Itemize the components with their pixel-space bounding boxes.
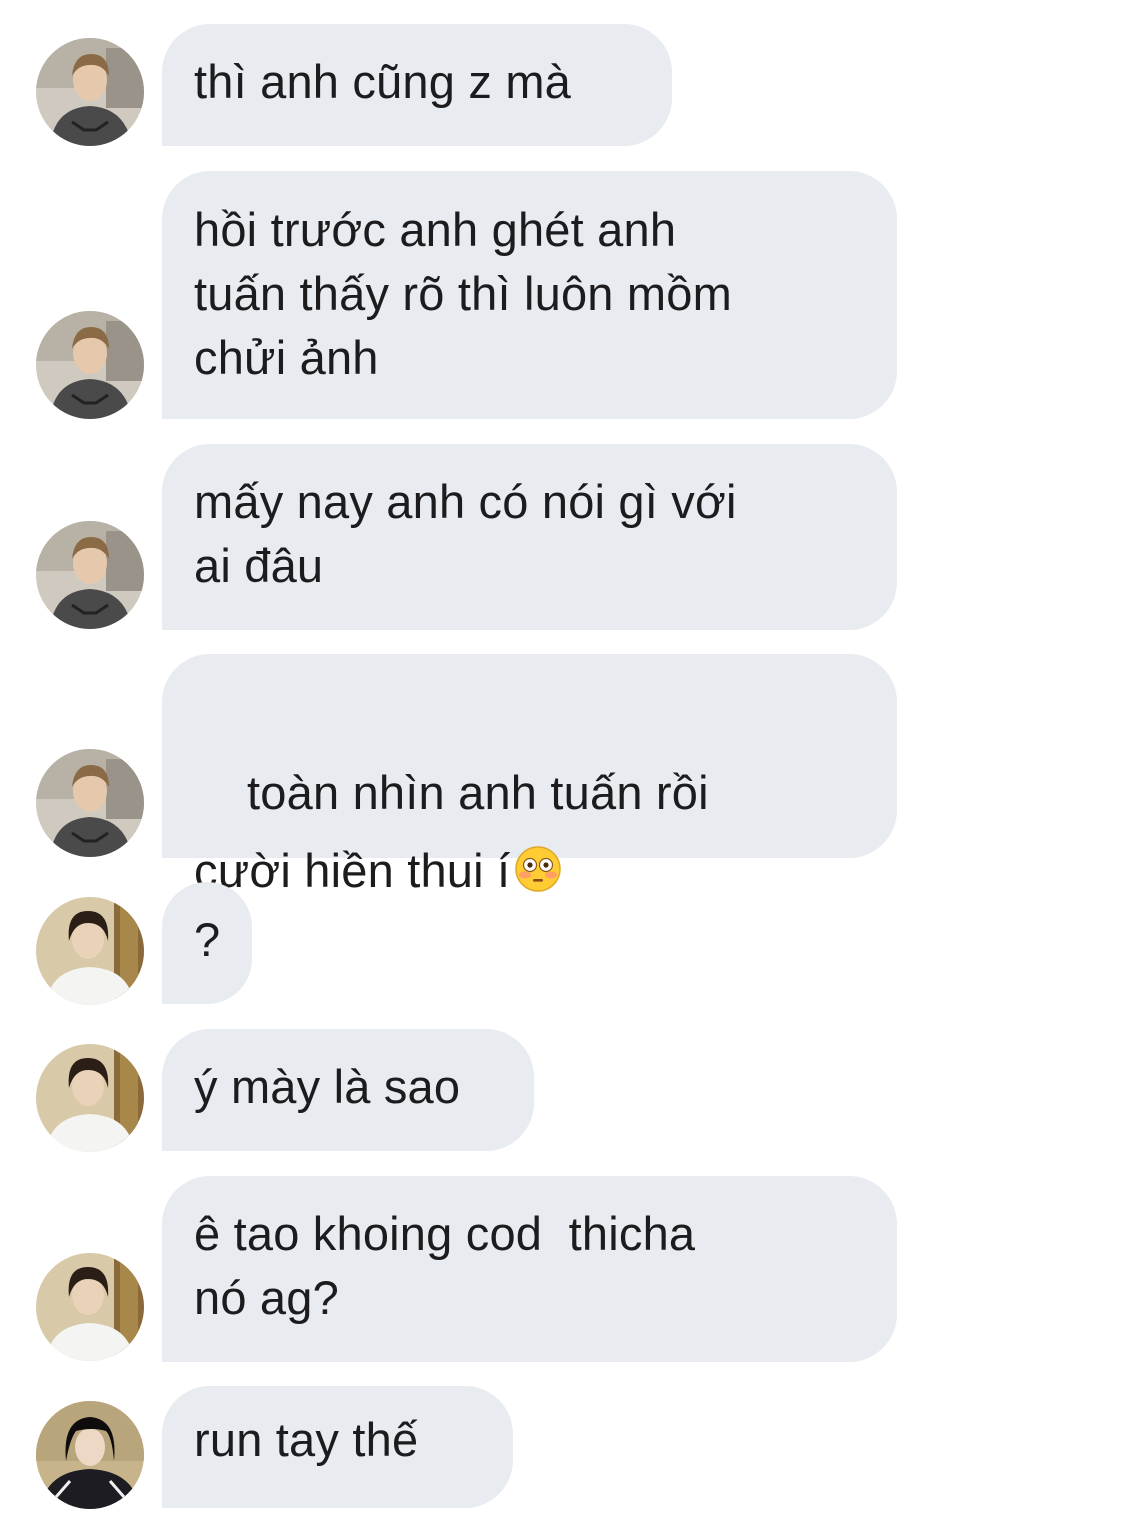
avatar-person-a[interactable] [36, 521, 144, 629]
avatar-person-b[interactable] [36, 1253, 144, 1361]
avatar-person-b[interactable] [36, 1044, 144, 1152]
message-text: toàn nhìn anh tuấn rồi cười hiền thui í [194, 766, 709, 897]
avatar-person-b[interactable] [36, 897, 144, 1005]
avatar-person-a[interactable] [36, 749, 144, 857]
message-bubble[interactable]: ? [162, 882, 252, 1004]
message-bubble[interactable]: run tay thế [162, 1386, 513, 1508]
avatar-person-c[interactable] [36, 1401, 144, 1509]
message-bubble[interactable]: ê tao khoing cod thicha nó ag? [162, 1176, 897, 1362]
message-bubble[interactable]: ý mày là sao [162, 1029, 534, 1151]
flushed-face-icon [515, 846, 562, 892]
message-bubble[interactable]: toàn nhìn anh tuấn rồi cười hiền thui í [162, 654, 897, 897]
message-bubble[interactable]: thì anh cũng z mà [162, 24, 672, 146]
message-bubble[interactable]: mấy nay anh có nói gì với ai đâu [162, 444, 897, 630]
message-bubble[interactable]: hồi trước anh ghét anh tuấn thấy rõ thì … [162, 171, 897, 419]
avatar-person-a[interactable] [36, 311, 144, 419]
avatar-person-a[interactable] [36, 38, 144, 146]
